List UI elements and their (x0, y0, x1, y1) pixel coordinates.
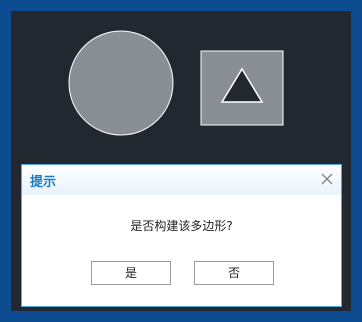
no-button[interactable]: 否 (194, 261, 274, 285)
circle-shape[interactable] (68, 30, 174, 136)
close-icon[interactable] (319, 171, 335, 187)
yes-button[interactable]: 是 (91, 261, 171, 285)
confirm-dialog: 提示 是否构建该多边形? 是 否 (21, 164, 342, 307)
dialog-message: 是否构建该多边形? (130, 219, 233, 233)
canvas-shapes (68, 30, 284, 136)
dialog-titlebar[interactable]: 提示 (22, 165, 341, 195)
window-frame: 提示 是否构建该多边形? 是 否 (0, 0, 362, 322)
dialog-title: 提示 (30, 175, 57, 190)
